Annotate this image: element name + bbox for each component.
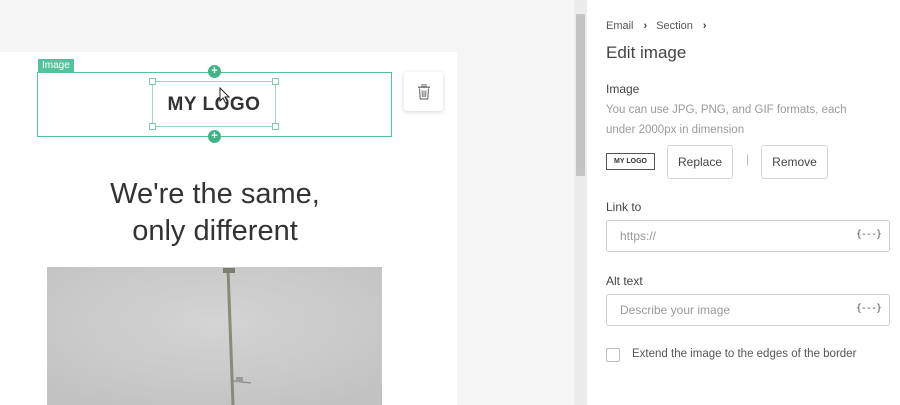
headline-line-1: We're the same, bbox=[110, 178, 320, 210]
extend-image-label[interactable]: Extend the image to the edges of the bor… bbox=[632, 348, 856, 360]
properties-panel: Email › Section › Edit image Image You c… bbox=[587, 0, 900, 405]
resize-handle-bottom-left[interactable] bbox=[149, 123, 156, 130]
email-canvas: Image + + MY LOGO We're the same, only d… bbox=[0, 0, 574, 405]
button-separator: | bbox=[746, 152, 750, 166]
logo-image[interactable]: MY LOGO bbox=[152, 81, 276, 127]
resize-handle-bottom-right[interactable] bbox=[272, 123, 279, 130]
image-section-label: Image bbox=[606, 82, 640, 96]
extend-image-checkbox[interactable] bbox=[606, 348, 620, 362]
alt-text-input[interactable] bbox=[607, 295, 847, 325]
breadcrumb-email[interactable]: Email bbox=[606, 20, 634, 32]
resize-handle-top-right[interactable] bbox=[272, 78, 279, 85]
content-photo[interactable] bbox=[47, 267, 382, 405]
delete-block-button[interactable] bbox=[404, 72, 443, 111]
chevron-right-icon: › bbox=[702, 20, 707, 32]
insert-variable-icon[interactable]: {---} bbox=[856, 303, 882, 314]
panel-title: Edit image bbox=[606, 43, 687, 62]
link-input[interactable] bbox=[607, 221, 847, 251]
add-below-icon[interactable]: + bbox=[208, 130, 221, 143]
photo-placeholder bbox=[47, 267, 382, 405]
chevron-right-icon: › bbox=[643, 20, 648, 32]
replace-button[interactable]: Replace bbox=[667, 145, 733, 179]
remove-button[interactable]: Remove bbox=[761, 145, 828, 179]
alt-text-label: Alt text bbox=[606, 274, 643, 288]
link-field: {---} bbox=[606, 220, 890, 252]
image-format-help: You can use JPG, PNG, and GIF formats, e… bbox=[606, 104, 847, 136]
image-thumbnail: MY LOGO bbox=[606, 153, 655, 170]
resize-handle-top-left[interactable] bbox=[149, 78, 156, 85]
logo-text: MY LOGO bbox=[167, 94, 261, 115]
breadcrumb: Email › Section › bbox=[606, 20, 716, 32]
scrollbar-thumb[interactable] bbox=[576, 14, 585, 176]
headline-line-2: only different bbox=[132, 215, 298, 247]
headline-text[interactable]: We're the same, only different bbox=[60, 176, 370, 250]
mouse-pointer-icon bbox=[219, 87, 231, 104]
trash-icon bbox=[417, 83, 430, 100]
alt-text-field: {---} bbox=[606, 294, 890, 326]
insert-variable-icon[interactable]: {---} bbox=[856, 229, 882, 240]
image-block-tag: Image bbox=[38, 59, 74, 72]
breadcrumb-section[interactable]: Section bbox=[656, 20, 693, 32]
canvas-scrollbar[interactable] bbox=[574, 0, 587, 405]
link-label: Link to bbox=[606, 200, 642, 214]
add-above-icon[interactable]: + bbox=[208, 65, 221, 78]
